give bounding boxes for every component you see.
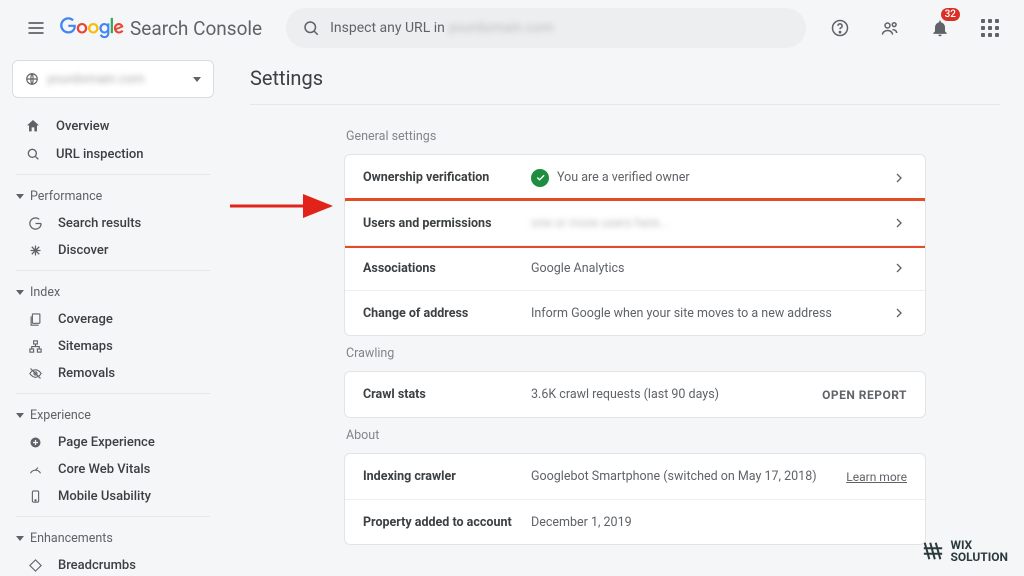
sidebar-item-removals[interactable]: Removals bbox=[0, 360, 226, 387]
chevron-right-icon bbox=[891, 260, 907, 276]
sidebar-item-sitemaps[interactable]: Sitemaps bbox=[0, 333, 226, 360]
chevron-right-icon bbox=[891, 305, 907, 321]
globe-icon bbox=[25, 72, 39, 86]
logo[interactable]: Search Console bbox=[60, 17, 262, 40]
sidebar-item-label: Mobile Usability bbox=[58, 489, 151, 504]
notifications-badge: 32 bbox=[941, 8, 960, 21]
apps-icon[interactable] bbox=[972, 10, 1008, 46]
menu-icon[interactable] bbox=[16, 8, 56, 48]
crawling-card: Crawl stats 3.6K crawl requests (last 90… bbox=[344, 371, 926, 418]
diamond-icon bbox=[26, 558, 44, 573]
mobile-icon bbox=[26, 489, 44, 504]
home-icon bbox=[24, 118, 42, 134]
header: Search Console Inspect any URL in yourdo… bbox=[0, 0, 1024, 56]
sidebar-item-label: Coverage bbox=[58, 312, 113, 327]
general-settings-card: Ownership verification You are a verifie… bbox=[344, 154, 926, 336]
plus-circle-icon bbox=[26, 435, 44, 450]
row-users-permissions[interactable]: Users and permissions one or more users … bbox=[345, 200, 925, 245]
sidebar-item-label: Page Experience bbox=[58, 435, 155, 450]
row-indexing-crawler: Indexing crawler Googlebot Smartphone (s… bbox=[345, 454, 925, 499]
dropdown-icon bbox=[193, 77, 201, 82]
blurred-value: one or more users here... bbox=[531, 216, 669, 231]
sidebar-item-core-web-vitals[interactable]: Core Web Vitals bbox=[0, 456, 226, 483]
sidebar-item-label: Core Web Vitals bbox=[58, 462, 150, 477]
section-label-general: General settings bbox=[346, 129, 926, 144]
about-card: Indexing crawler Googlebot Smartphone (s… bbox=[344, 453, 926, 545]
sidebar-item-mobile-usability[interactable]: Mobile Usability bbox=[0, 483, 226, 510]
row-crawl-stats[interactable]: Crawl stats 3.6K crawl requests (last 90… bbox=[345, 372, 925, 417]
search-icon bbox=[302, 19, 320, 37]
check-circle-icon bbox=[531, 169, 549, 187]
g-icon bbox=[26, 216, 44, 231]
pages-icon bbox=[26, 312, 44, 327]
chevron-right-icon bbox=[891, 170, 907, 186]
sidebar-item-label: Discover bbox=[58, 243, 108, 258]
sidebar-group-index[interactable]: Index bbox=[0, 277, 226, 306]
chevron-down-icon bbox=[16, 290, 24, 295]
sidebar-item-label: Removals bbox=[58, 366, 115, 381]
sitemap-icon bbox=[26, 339, 44, 354]
property-name-blur: yourdomain.com bbox=[47, 72, 185, 87]
search-input[interactable]: Inspect any URL in yourdomain.com bbox=[286, 8, 806, 48]
row-ownership-verification[interactable]: Ownership verification You are a verifie… bbox=[345, 155, 925, 200]
row-change-of-address[interactable]: Change of address Inform Google when you… bbox=[345, 290, 925, 335]
sidebar-item-label: Search results bbox=[58, 216, 141, 231]
sidebar-item-label: Breadcrumbs bbox=[58, 558, 136, 573]
google-logo-icon bbox=[60, 17, 124, 39]
chevron-down-icon bbox=[16, 413, 24, 418]
sidebar-item-label: URL inspection bbox=[56, 147, 144, 162]
sidebar-item-coverage[interactable]: Coverage bbox=[0, 306, 226, 333]
sidebar-item-overview[interactable]: Overview bbox=[0, 112, 226, 140]
page-title: Settings bbox=[250, 66, 1000, 105]
sidebar-item-url-inspection[interactable]: URL inspection bbox=[0, 140, 226, 168]
watermark: WIX SOLUTION bbox=[922, 539, 1008, 564]
sidebar-group-performance[interactable]: Performance bbox=[0, 181, 226, 210]
people-icon[interactable] bbox=[872, 10, 908, 46]
sidebar: yourdomain.com Overview URL inspection P… bbox=[0, 56, 226, 576]
search-placeholder-blur: yourdomain.com bbox=[448, 20, 553, 36]
notifications-icon[interactable]: 32 bbox=[922, 10, 958, 46]
chevron-right-icon bbox=[891, 215, 907, 231]
sidebar-item-discover[interactable]: Discover bbox=[0, 237, 226, 264]
search-icon bbox=[24, 146, 42, 162]
sidebar-item-search-results[interactable]: Search results bbox=[0, 210, 226, 237]
sidebar-item-breadcrumbs[interactable]: Breadcrumbs bbox=[0, 552, 226, 576]
sidebar-group-experience[interactable]: Experience bbox=[0, 400, 226, 429]
visibility-off-icon bbox=[26, 366, 44, 381]
sidebar-item-label: Overview bbox=[56, 119, 109, 134]
sidebar-item-page-experience[interactable]: Page Experience bbox=[0, 429, 226, 456]
chevron-down-icon bbox=[16, 194, 24, 199]
main: Settings General settings Ownership veri… bbox=[226, 56, 1024, 576]
section-label-crawling: Crawling bbox=[346, 346, 926, 361]
search-placeholder-prefix: Inspect any URL in bbox=[330, 20, 448, 36]
section-label-about: About bbox=[346, 428, 926, 443]
row-property-added: Property added to account December 1, 20… bbox=[345, 499, 925, 544]
chevron-down-icon bbox=[16, 536, 24, 541]
help-icon[interactable] bbox=[822, 10, 858, 46]
product-name: Search Console bbox=[130, 17, 262, 40]
property-selector[interactable]: yourdomain.com bbox=[12, 60, 214, 98]
speed-icon bbox=[26, 462, 44, 477]
open-report-button[interactable]: OPEN REPORT bbox=[822, 388, 907, 402]
sidebar-item-label: Sitemaps bbox=[58, 339, 113, 354]
row-associations[interactable]: Associations Google Analytics bbox=[345, 245, 925, 290]
asterisk-icon bbox=[26, 243, 44, 258]
watermark-icon bbox=[922, 540, 944, 562]
sidebar-group-enhancements[interactable]: Enhancements bbox=[0, 523, 226, 552]
learn-more-link[interactable]: Learn more bbox=[846, 470, 907, 484]
